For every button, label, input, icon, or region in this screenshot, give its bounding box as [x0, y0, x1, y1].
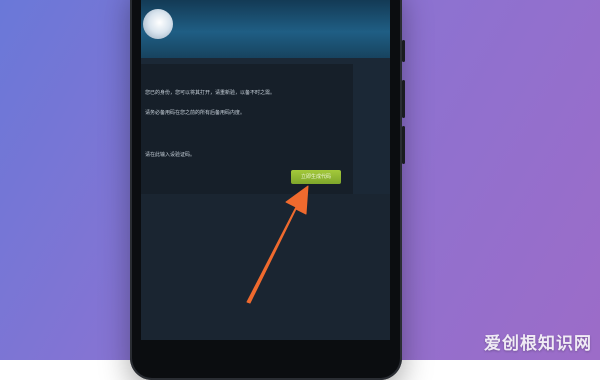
- card-text-line: 请务必备用码在您之前的所有后备用码内度。: [145, 110, 245, 116]
- backup-codes-card: 您已的身份，您可以将其打开，请重新验，以备不时之需。 请务必备用码在您之前的所有…: [141, 64, 353, 194]
- card-text-line: 请在此输入设验证码。: [145, 152, 195, 158]
- phone-volume-button: [402, 126, 405, 164]
- generate-code-button[interactable]: 立即生成代码: [291, 170, 341, 184]
- profile-header: [141, 0, 390, 58]
- lower-panel: [141, 194, 390, 340]
- site-watermark: 爱创根知识网: [484, 329, 592, 354]
- card-text-line: 您已的身份，您可以将其打开，请重新验，以备不时之需。: [145, 90, 275, 96]
- phone-volume-button: [402, 80, 405, 118]
- app-screen: 您已的身份，您可以将其打开，请重新验，以备不时之需。 请务必备用码在您之前的所有…: [141, 0, 390, 340]
- phone-frame: 您已的身份，您可以将其打开，请重新验，以备不时之需。 请务必备用码在您之前的所有…: [130, 0, 402, 380]
- avatar-icon[interactable]: [143, 9, 173, 39]
- phone-side-button: [402, 40, 405, 62]
